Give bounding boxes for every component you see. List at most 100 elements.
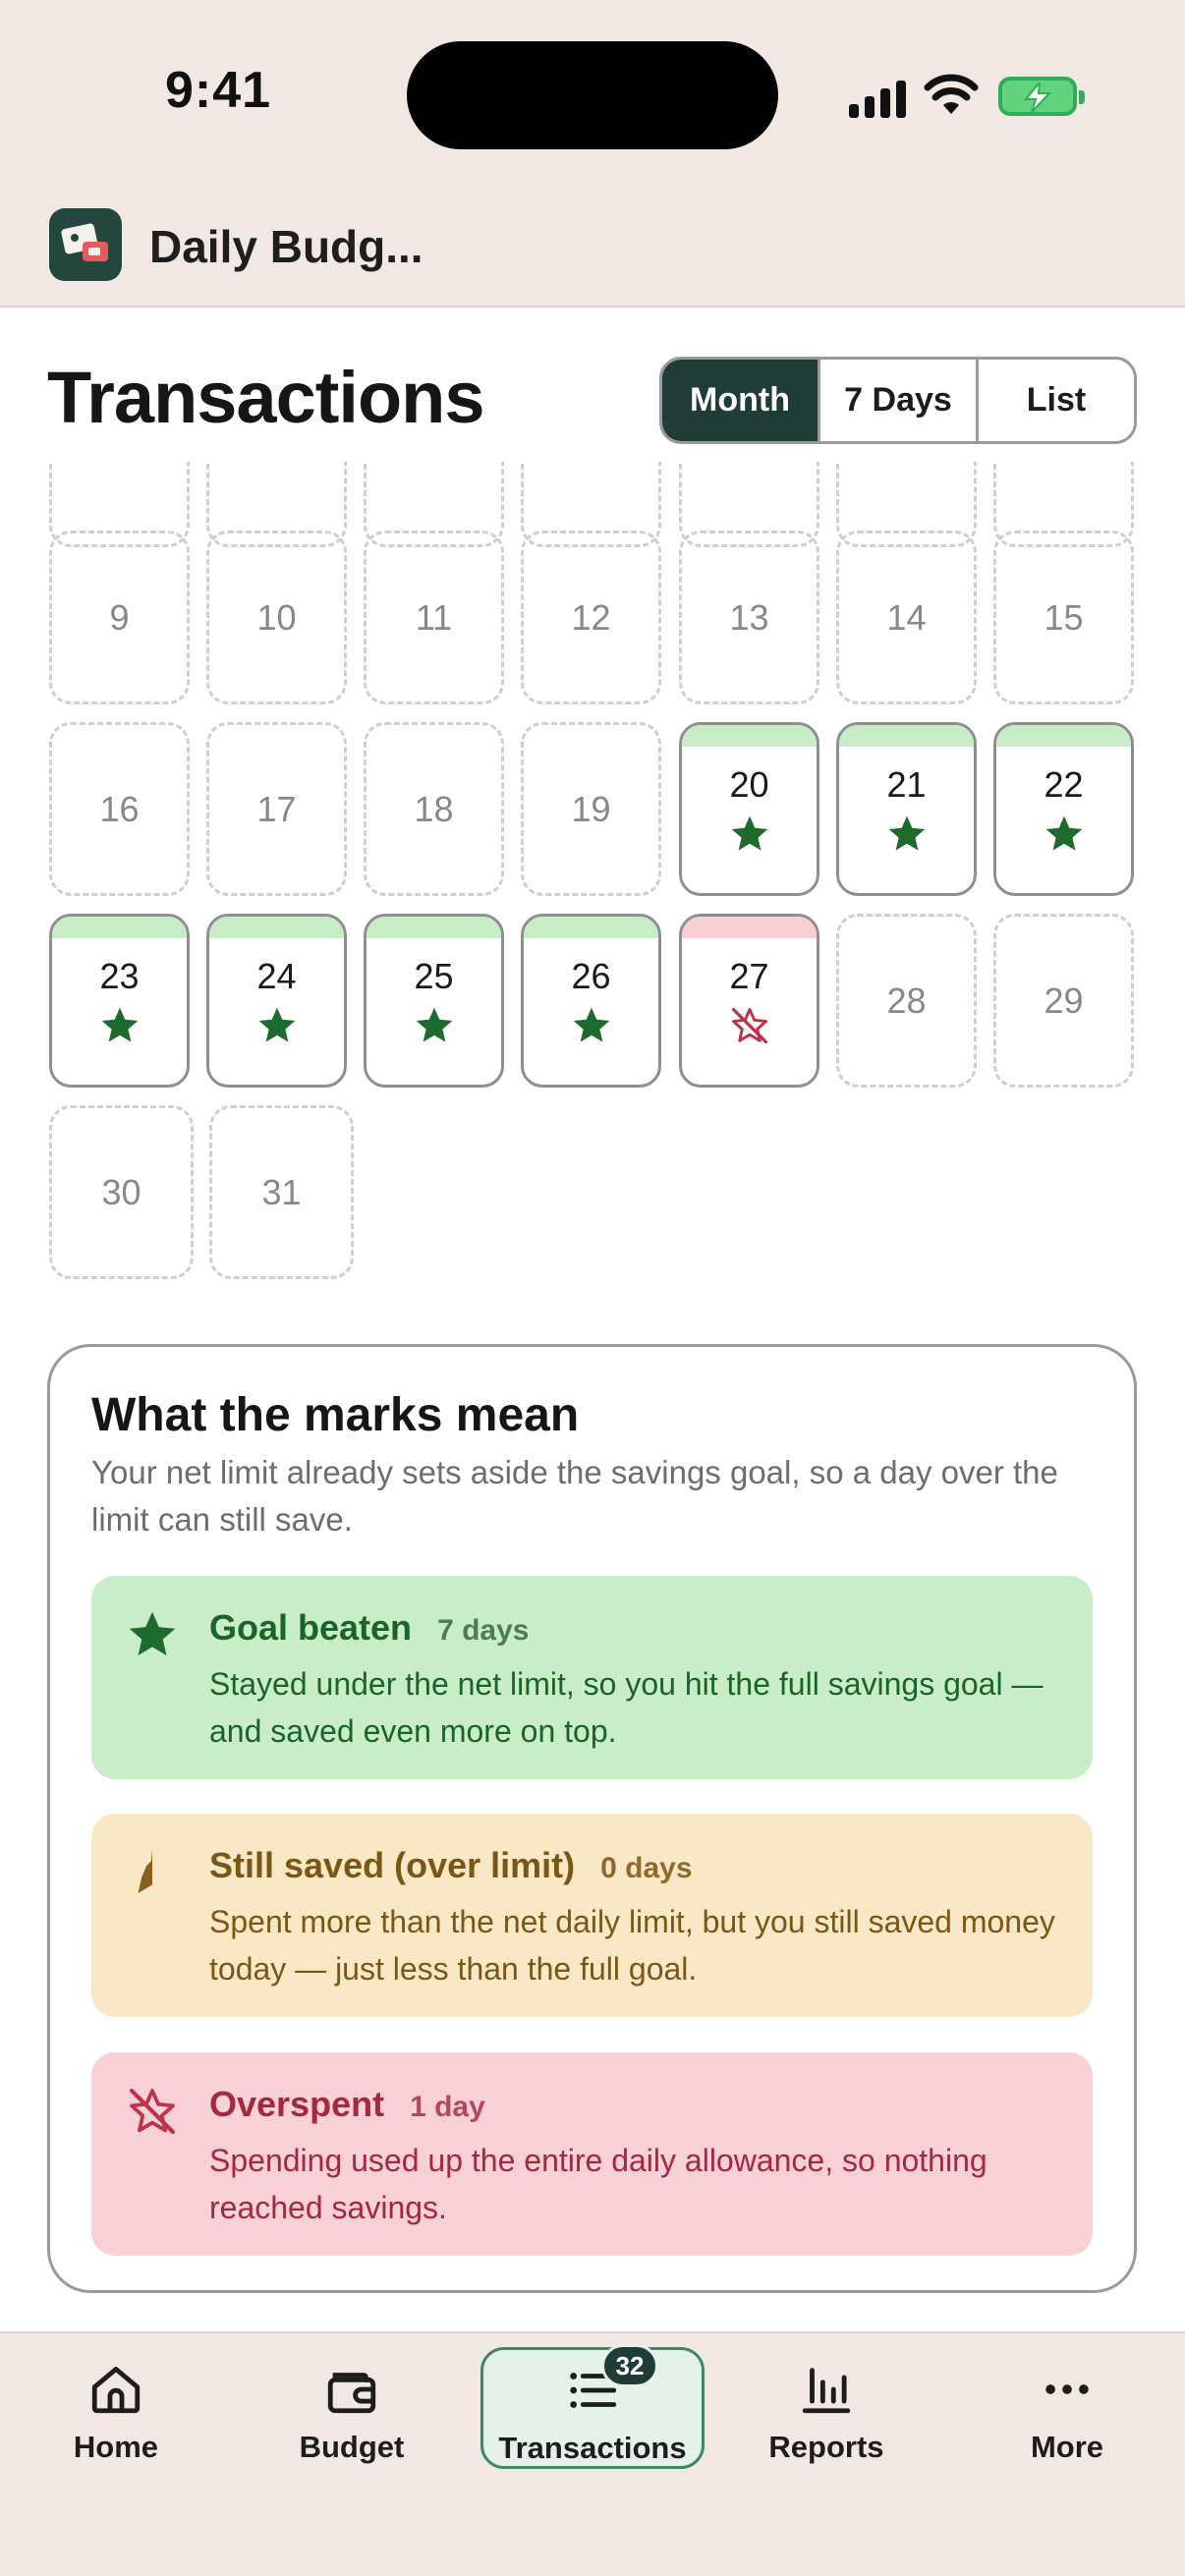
cellular-signal-icon — [849, 79, 908, 118]
calendar-day: 10 — [206, 531, 347, 704]
nav-label: Transactions — [498, 2431, 687, 2465]
calendar-day[interactable]: 25 — [364, 914, 504, 1088]
calendar-day-number: 26 — [571, 955, 611, 996]
nav-label: Budget — [299, 2430, 405, 2464]
half-star-icon — [138, 1849, 152, 1893]
calendar-day: 13 — [679, 531, 819, 704]
nav-home[interactable]: Home — [18, 2347, 214, 2469]
calendar-day: 11 — [364, 531, 504, 704]
calendar-day[interactable]: 23 — [49, 914, 190, 1088]
calendar-day[interactable]: 21 — [836, 722, 977, 896]
calendar-day-number: 22 — [1044, 763, 1084, 805]
tab-list[interactable]: List — [976, 360, 1134, 441]
calendar-day: 16 — [49, 722, 190, 896]
tab-month[interactable]: Month — [662, 360, 818, 441]
calendar-day-number: 17 — [256, 788, 297, 829]
calendar-day-number: 27 — [729, 955, 769, 996]
calendar-day-number: 24 — [256, 955, 297, 996]
calendar-day-number: 20 — [729, 763, 769, 805]
calendar-day-number: 10 — [256, 596, 297, 638]
calendar-day-number: 15 — [1044, 596, 1084, 638]
star-filled-icon — [885, 812, 929, 858]
calendar-day-number: 18 — [414, 788, 454, 829]
calendar-day[interactable]: 26 — [521, 914, 661, 1088]
calendar-day[interactable]: 27 — [679, 914, 819, 1088]
nav-label: Reports — [768, 2430, 884, 2464]
calendar-day-number: 12 — [571, 596, 611, 638]
legend-item-overspent: Overspent 1 day Spending used up the ent… — [91, 2052, 1093, 2256]
wallet-icon — [327, 2373, 376, 2414]
month-calendar: 9 10 11 12 13 14 15 16 17 18 19 20 21 22 23 24 25 26 27 28 2… — [0, 462, 1185, 1287]
calendar-day-number: 31 — [261, 1171, 302, 1212]
calendar-day: 9 — [49, 531, 190, 704]
star-slashed-icon — [129, 2088, 176, 2135]
nav-budget[interactable]: Budget — [254, 2347, 450, 2469]
calendar-day-number: 11 — [415, 596, 453, 638]
view-segmented-control: Month 7 Days List — [659, 357, 1137, 444]
star-filled-icon — [255, 1004, 299, 1049]
calendar-day-number: 9 — [109, 596, 130, 638]
legend-item-description: Spending used up the entire daily allowa… — [209, 2143, 988, 2225]
star-filled-icon — [1043, 812, 1086, 858]
legend-item-count: 0 days — [600, 1852, 693, 1884]
legend-item-description: Spent more than the net daily limit, but… — [209, 1904, 1055, 1987]
calendar-day[interactable]: 20 — [679, 722, 819, 896]
calendar-day-number: 29 — [1044, 980, 1084, 1021]
calendar-day: 12 — [521, 531, 661, 704]
calendar-day: 15 — [993, 531, 1134, 704]
battery-charging-icon — [998, 77, 1085, 116]
nav-more[interactable]: More — [969, 2347, 1165, 2469]
bottom-nav: Home Budget 32 Transactions Reports More — [0, 2331, 1185, 2576]
calendar-day: 17 — [206, 722, 347, 896]
legend-item-name: Overspent — [209, 2084, 385, 2124]
star-filled-icon — [129, 1611, 176, 1655]
calendar-day: 18 — [364, 722, 504, 896]
nav-label: Home — [73, 2430, 159, 2464]
nav-label: More — [1030, 2430, 1104, 2464]
legend-item-count: 1 day — [410, 2091, 485, 2123]
wifi-icon — [924, 74, 979, 114]
calendar-day: 28 — [836, 914, 977, 1088]
calendar-day: 14 — [836, 531, 977, 704]
legend-item-goal-beaten: Goal beaten 7 days Stayed under the net … — [91, 1576, 1093, 1779]
legend-item-count: 7 days — [437, 1614, 530, 1647]
calendar-day-number: 30 — [101, 1171, 141, 1212]
legend-title: What the marks mean — [91, 1389, 580, 1441]
nav-reports[interactable]: Reports — [728, 2347, 925, 2469]
calendar-day-number: 16 — [99, 788, 140, 829]
star-filled-icon — [98, 1004, 141, 1049]
calendar-day: 31 — [209, 1105, 354, 1279]
tab-7-days[interactable]: 7 Days — [818, 360, 976, 441]
calendar-day-number: 23 — [99, 955, 140, 996]
calendar-day-number: 14 — [886, 596, 927, 638]
legend-item-description: Stayed under the net limit, so you hit t… — [209, 1666, 1044, 1749]
calendar-day: 29 — [993, 914, 1134, 1088]
legend-item-still-saved: Still saved (over limit) 0 days Spent mo… — [91, 1814, 1093, 2017]
star-filled-icon — [728, 812, 771, 858]
calendar-day-number: 13 — [729, 596, 769, 638]
more-icon — [1045, 2384, 1089, 2394]
calendar-day: 19 — [521, 722, 661, 896]
star-filled-icon — [570, 1004, 613, 1049]
status-time: 9:41 — [165, 62, 272, 119]
calendar-day: 30 — [49, 1105, 194, 1279]
star-slashed-icon — [728, 1004, 771, 1049]
star-filled-icon — [413, 1004, 456, 1049]
home-icon — [91, 2367, 141, 2414]
app-logo — [49, 208, 122, 281]
transactions-count-badge: 32 — [601, 2344, 658, 2387]
nav-transactions[interactable]: 32 Transactions — [480, 2344, 705, 2469]
calendar-day[interactable]: 24 — [206, 914, 347, 1088]
calendar-day-number: 25 — [414, 955, 454, 996]
calendar-day[interactable]: 22 — [993, 722, 1134, 896]
calendar-day-number: 28 — [886, 980, 927, 1021]
calendar-day-number: 19 — [571, 788, 611, 829]
legend-subtitle: Your net limit already sets aside the sa… — [91, 1454, 1058, 1538]
legend-item-name: Still saved (over limit) — [209, 1845, 576, 1885]
app-header: 9:41 Daily Budg... — [0, 0, 1185, 308]
app-title: Daily Budg... — [149, 221, 423, 272]
legend-item-name: Goal beaten — [209, 1607, 413, 1648]
dynamic-island — [407, 41, 778, 149]
legend-card: What the marks mean Your net limit alrea… — [47, 1344, 1137, 2293]
calendar-day-number: 21 — [886, 763, 927, 805]
